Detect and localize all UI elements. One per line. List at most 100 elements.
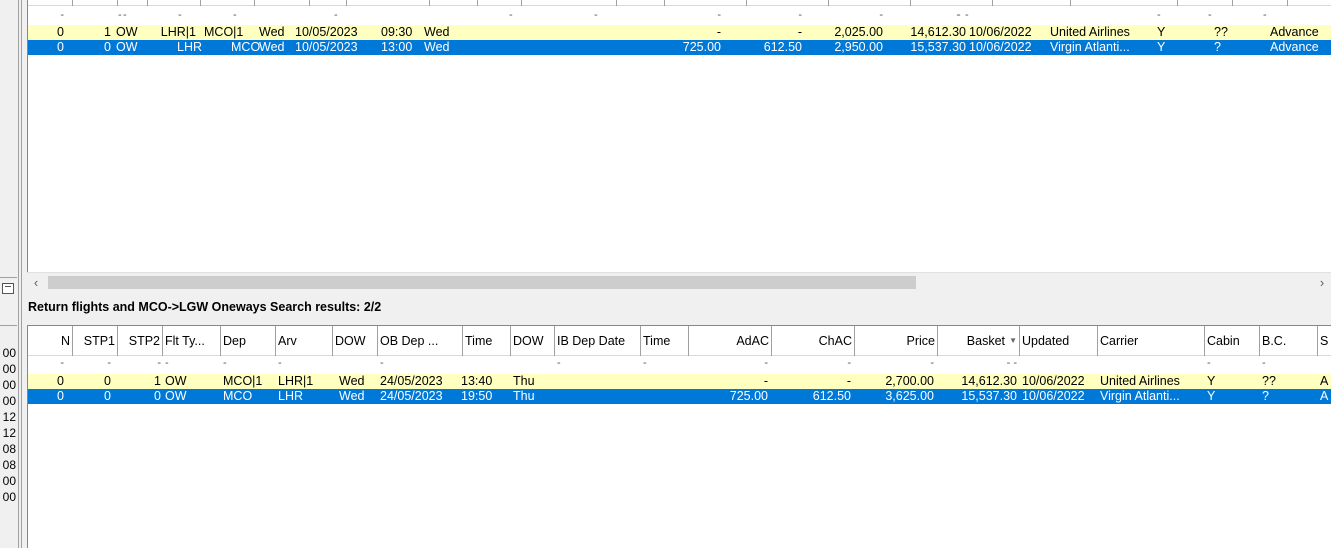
cell-stp2: 1 — [154, 374, 161, 388]
restore-icon[interactable] — [2, 283, 14, 294]
column-header-updated[interactable]: Updated — [1020, 326, 1098, 356]
column-header-cabin[interactable]: Cabin — [1205, 326, 1260, 356]
filter-cell[interactable]: - — [1205, 356, 1219, 371]
column-header-price[interactable]: Price — [855, 326, 938, 356]
filter-cell[interactable]: - — [276, 356, 290, 371]
filter-cell[interactable]: - — [378, 356, 392, 371]
filter-cell[interactable]: - — [73, 356, 113, 371]
cell-price: 2,025.00 — [834, 25, 883, 39]
filter-cell[interactable]: - — [1206, 8, 1222, 23]
filter-cell[interactable]: - — [829, 8, 885, 23]
cell-carrier: United Airlines — [1100, 374, 1180, 388]
column-header-carrier[interactable]: Carrier — [1098, 326, 1205, 356]
column-header[interactable] — [478, 0, 522, 6]
column-header[interactable] — [747, 0, 829, 6]
filter-cell[interactable]: - — [28, 8, 66, 23]
column-header-dep[interactable]: Dep — [221, 326, 276, 356]
column-header-flight-type[interactable]: Flt Ty... — [163, 326, 221, 356]
cell-price: 2,950.00 — [834, 40, 883, 54]
column-header[interactable] — [28, 0, 73, 6]
filter-cell[interactable]: - — [332, 8, 352, 23]
column-header-basket[interactable]: Basket ▼ — [938, 326, 1020, 356]
table-row-selected[interactable]: 0 0 OW LHR MCO Wed 10/05/2023 13:00 Wed … — [28, 40, 1331, 55]
column-header[interactable] — [148, 0, 201, 6]
cell-ob-dep-date: 10/05/2023 — [295, 25, 358, 39]
chevron-left-icon[interactable]: ‹ — [27, 273, 45, 292]
cell-s: A — [1320, 389, 1329, 403]
filter-cell[interactable]: - — [1155, 8, 1171, 23]
table-row[interactable]: 0 1 OW LHR|1 MCO|1 Wed 10/05/2023 09:30 … — [28, 25, 1331, 40]
cell-chac: 612.50 — [812, 389, 851, 403]
table-row-selected[interactable]: 0 0 0 OW MCO LHR Wed 24/05/2023 19:50 Th… — [28, 389, 1331, 404]
filter-row[interactable]: - - - - - - - - - - - - - - - - — [28, 356, 1331, 371]
chevron-right-icon[interactable]: › — [1313, 273, 1331, 292]
column-header[interactable] — [1178, 0, 1233, 6]
filter-cell[interactable]: - - — [938, 356, 1019, 371]
column-header[interactable] — [665, 0, 747, 6]
column-header[interactable] — [73, 0, 118, 6]
column-header[interactable] — [617, 0, 665, 6]
filter-cell[interactable]: - — [28, 356, 66, 371]
filter-cell[interactable]: - — [121, 8, 131, 23]
filter-cell[interactable]: - — [592, 8, 612, 23]
scrollbar-thumb[interactable] — [48, 276, 916, 289]
filter-cell[interactable]: - — [231, 8, 251, 23]
column-header[interactable] — [201, 0, 255, 6]
filter-cell[interactable]: - — [855, 356, 936, 371]
filter-cell[interactable]: - — [641, 356, 655, 371]
filter-cell[interactable]: - — [1260, 356, 1274, 371]
column-header-bc[interactable]: B.C. — [1260, 326, 1318, 356]
column-header[interactable] — [522, 0, 617, 6]
splitter[interactable] — [21, 0, 22, 548]
table-row[interactable]: 0 0 1 OW MCO|1 LHR|1 Wed 24/05/2023 13:4… — [28, 374, 1331, 389]
filter-cell[interactable]: - — [507, 8, 527, 23]
column-header[interactable] — [118, 0, 148, 6]
filter-cell[interactable]: - — [118, 356, 163, 371]
horizontal-scrollbar[interactable]: ‹ › — [27, 272, 1331, 291]
splitter[interactable] — [18, 0, 19, 548]
column-header[interactable] — [911, 0, 993, 6]
filter-cell[interactable]: - — [1261, 8, 1277, 23]
column-header[interactable] — [829, 0, 911, 6]
filter-cell[interactable]: - — [689, 356, 770, 371]
column-header[interactable] — [993, 0, 1071, 6]
filter-cell[interactable]: - — [772, 356, 853, 371]
cell-basket: 15,537.30 — [961, 389, 1017, 403]
filter-cell[interactable]: - — [555, 356, 569, 371]
column-header[interactable] — [430, 0, 478, 6]
filter-cell[interactable]: - — [163, 356, 177, 371]
return-results-grid[interactable]: N STP1 STP2 Flt Ty... Dep Arv DOW OB Dep… — [27, 325, 1331, 548]
column-header-s[interactable]: S — [1318, 326, 1331, 356]
column-header-dow[interactable]: DOW — [333, 326, 378, 356]
column-header-chac[interactable]: ChAC — [772, 326, 855, 356]
column-header-adac[interactable]: AdAC — [689, 326, 772, 356]
column-header-arv[interactable]: Arv — [276, 326, 333, 356]
column-header-stp1[interactable]: STP1 — [73, 326, 118, 356]
column-header[interactable] — [1233, 0, 1288, 6]
column-header[interactable] — [1071, 0, 1178, 6]
filter-cell[interactable]: - — [665, 8, 723, 23]
column-header-ob-dep-date[interactable]: OB Dep ... — [378, 326, 463, 356]
cell-stp1: 0 — [104, 389, 111, 403]
cell-dow: Thu — [513, 374, 535, 388]
column-header[interactable] — [1288, 0, 1331, 6]
filter-cell[interactable]: - — [176, 8, 196, 23]
column-header[interactable] — [347, 0, 430, 6]
column-header-time[interactable]: Time — [463, 326, 511, 356]
column-header-stp2[interactable]: STP2 — [118, 326, 163, 356]
cell-dow: Wed — [339, 389, 365, 403]
filter-row[interactable]: - - - - - - - - - - - - - - - - - — [28, 8, 1331, 23]
column-header[interactable] — [310, 0, 347, 6]
cell-stp2: 1 — [104, 25, 111, 39]
filter-cell[interactable]: - — [963, 8, 979, 23]
cell-arv: LHR|1 — [278, 374, 314, 388]
column-header-ib-dep-date[interactable]: IB Dep Date — [555, 326, 641, 356]
filter-cell[interactable]: - — [747, 8, 804, 23]
outbound-results-grid[interactable]: - - - - - - - - - - - - - - - - - 0 1 OW… — [27, 0, 1331, 272]
column-header-n[interactable]: N — [28, 326, 73, 356]
column-header[interactable] — [255, 0, 310, 6]
column-header-time[interactable]: Time — [641, 326, 689, 356]
left-value: 00 — [2, 490, 16, 504]
filter-cell[interactable]: - — [221, 356, 235, 371]
column-header-dow[interactable]: DOW — [511, 326, 555, 356]
